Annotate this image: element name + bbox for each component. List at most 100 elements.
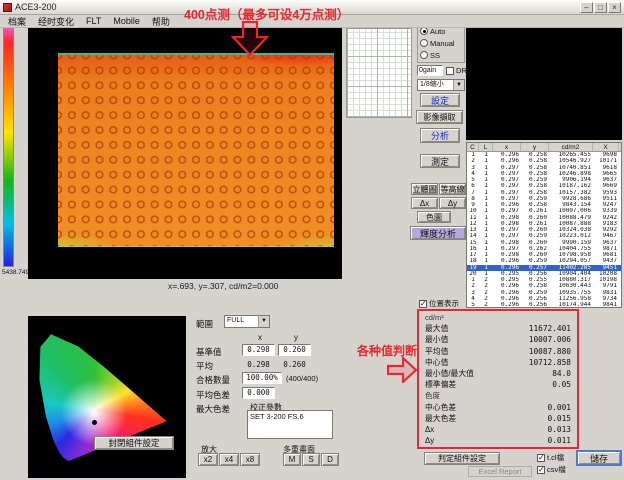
radio-icon <box>420 39 428 47</box>
position-display-checkbox[interactable]: 位置表示 <box>419 298 459 309</box>
luminance-colorbar <box>3 27 14 267</box>
result-value: 0.05 <box>552 380 571 389</box>
result-row: 色度 <box>425 390 571 401</box>
csv-file-checkbox[interactable]: csv檔 <box>537 464 566 475</box>
result-value: 10087.880 <box>529 347 571 356</box>
minimize-button[interactable]: – <box>580 2 593 13</box>
max-diff-label: 最大色差 <box>196 403 230 415</box>
radio-label: Manual <box>430 39 455 48</box>
baseline-y-field[interactable]: 0.260 <box>278 344 311 356</box>
dr-checkbox-row[interactable]: DR <box>446 66 467 75</box>
stereo-view-button[interactable]: 立體圖 <box>411 183 438 195</box>
calibration-listbox[interactable]: SET 3-200 FS.6 <box>247 410 333 439</box>
result-value: 0.015 <box>548 414 571 423</box>
result-label: 中心色差 <box>425 402 456 413</box>
baseline-label: 基準值 <box>196 346 222 358</box>
result-value: 11672.401 <box>529 324 571 333</box>
result-row: 中心值10712.858 <box>425 357 571 368</box>
result-row: 最小值/最大值84.0 <box>425 368 571 379</box>
result-value: 0.011 <box>548 436 571 445</box>
menu-item[interactable]: 档案 <box>2 15 32 28</box>
tcl-file-label: t.cl檔 <box>547 452 564 463</box>
table-header-cell: L <box>479 143 493 151</box>
colorbar-min-label: 5438.749 <box>2 269 29 276</box>
scale-value: 1/8缩小 <box>418 80 453 90</box>
maximize-button[interactable]: □ <box>594 2 607 13</box>
results-list: cd/m²最大值11672.401最小值10007.006平均值10087.88… <box>425 312 571 446</box>
result-row: 最小值10007.006 <box>425 334 571 345</box>
magnify-x8-button[interactable]: x8 <box>240 453 260 466</box>
table-header-cell: C <box>467 143 479 151</box>
multi-view-s-button[interactable]: S <box>302 453 320 466</box>
result-row: 最大值11672.401 <box>425 323 571 334</box>
application-window: ACE3-200 – □ × 档案经时变化FLTMobile帮助 14536.1… <box>0 0 624 480</box>
table-header-cell: cd/m2 <box>549 143 593 151</box>
table-cell: 2 <box>479 302 493 307</box>
baseline-x-field[interactable]: 0.298 <box>242 344 275 356</box>
average-x-value: 0.298 <box>242 360 275 369</box>
radio-icon <box>420 51 428 59</box>
menu-item[interactable]: 帮助 <box>146 15 176 28</box>
menu-item[interactable]: Mobile <box>107 16 146 26</box>
pass-rate-field: 100.00% <box>242 372 282 384</box>
multi-view-d-button[interactable]: D <box>321 453 339 466</box>
table-cell: 0.296 <box>493 302 521 307</box>
gain-input[interactable]: 0gain <box>417 65 443 76</box>
result-row: Δy0.011 <box>425 435 571 446</box>
measure-button[interactable]: 測定 <box>420 154 460 168</box>
calibration-item[interactable]: SET 3-200 FS.6 <box>250 412 304 421</box>
window-title: ACE3-200 <box>15 2 57 12</box>
window-controls: – □ × <box>580 2 621 13</box>
image-capture-button[interactable]: 影像擷取 <box>416 110 463 124</box>
tcl-file-checkbox[interactable]: t.cl檔 <box>537 452 564 463</box>
result-value: 84.0 <box>552 369 571 378</box>
cursor-status-readout: x=.693, y=.307, cd/m2=0.000 <box>168 281 278 291</box>
magnify-x2-button[interactable]: x2 <box>198 453 218 466</box>
luminance-analysis-button[interactable]: 輝度分析 <box>410 226 466 240</box>
result-row: cd/m² <box>425 312 571 323</box>
profile-grid <box>346 28 412 118</box>
result-value: 0.013 <box>548 425 571 434</box>
menu-item[interactable]: FLT <box>80 16 107 26</box>
result-value: 10712.858 <box>529 358 571 367</box>
gain-row: 0gain DR <box>417 65 467 76</box>
menu-item[interactable]: 经时变化 <box>32 15 80 28</box>
range-label: 範圍 <box>196 318 213 330</box>
table-cell: 0.256 <box>521 302 549 307</box>
table-header-cell: X <box>593 143 619 151</box>
table-cell: 9841 <box>593 302 619 307</box>
table-header-cell: x <box>493 143 521 151</box>
app-icon <box>3 3 12 12</box>
table-header-cell: y <box>521 143 549 151</box>
delta-x-button[interactable]: Δx <box>411 197 438 209</box>
judge-component-settings-button[interactable]: 判定組件設定 <box>424 452 500 465</box>
pass-count-value: (400/400) <box>286 374 318 383</box>
seal-component-settings-button[interactable]: 封閉組件設定 <box>94 436 174 450</box>
contour-button[interactable]: 等高線 <box>439 183 466 195</box>
column-y-label: y <box>280 333 312 342</box>
radio-manual[interactable]: Manual <box>420 37 462 49</box>
measurement-view <box>28 27 342 279</box>
range-select[interactable]: FULL ▼ <box>224 315 270 328</box>
magnify-x4-button[interactable]: x4 <box>219 453 239 466</box>
luminance-heatmap[interactable] <box>58 53 334 247</box>
multi-view-m-button[interactable]: M <box>283 453 301 466</box>
position-display-label: 位置表示 <box>429 298 459 309</box>
save-button[interactable]: 儲存 <box>576 450 622 466</box>
scale-select[interactable]: 1/8缩小 ▼ <box>417 79 465 91</box>
settings-button[interactable]: 設定 <box>420 93 460 107</box>
chevron-down-icon[interactable]: ▼ <box>258 316 269 327</box>
chevron-down-icon[interactable]: ▼ <box>453 80 464 90</box>
analyze-button[interactable]: 分析 <box>420 128 460 143</box>
close-button[interactable]: × <box>608 2 621 13</box>
average-diff-field[interactable]: 0.000 <box>242 387 275 399</box>
result-value: 10007.006 <box>529 335 571 344</box>
radio-ss[interactable]: SS <box>420 49 462 61</box>
color-map-button[interactable]: 色圖 <box>417 211 451 223</box>
result-label: 最大色差 <box>425 413 456 424</box>
checkbox-icon <box>537 454 545 462</box>
checkbox-icon <box>446 67 454 75</box>
delta-y-button[interactable]: Δy <box>439 197 466 209</box>
table-row[interactable]: 520.2960.25610174.9449841 <box>467 302 621 307</box>
table-cell: 5 <box>467 302 479 307</box>
